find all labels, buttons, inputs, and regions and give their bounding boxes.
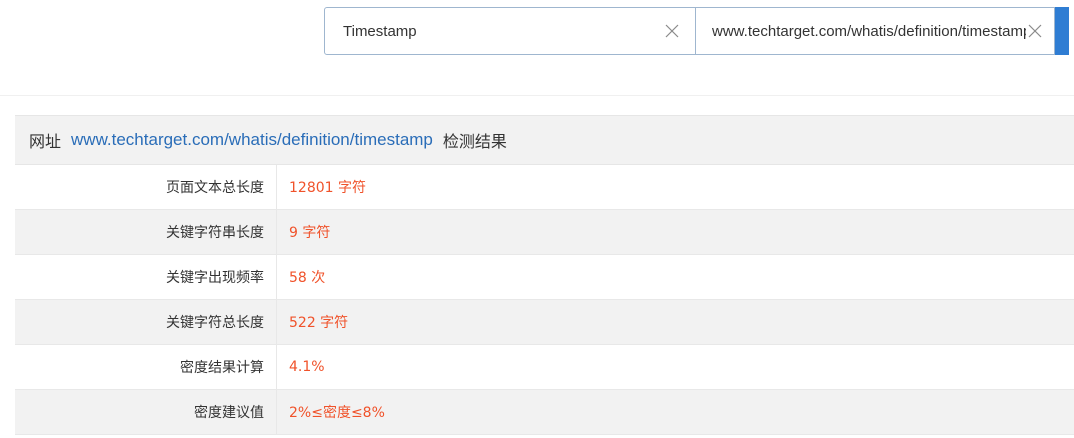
stat-label: 密度建议值	[15, 389, 277, 435]
stat-label: 关键字符总长度	[15, 299, 277, 345]
stat-value: 4.1%	[276, 344, 1074, 390]
table-row: 关键字出现频率 58 次	[15, 254, 1074, 300]
stat-label: 关键字符串长度	[15, 209, 277, 255]
stat-label: 密度结果计算	[15, 344, 277, 390]
close-icon[interactable]	[663, 22, 681, 40]
stat-value: 2%≤密度≤8%	[276, 389, 1074, 435]
stat-value: 9 字符	[276, 209, 1074, 255]
close-icon[interactable]	[1026, 22, 1044, 40]
result-url-link[interactable]: www.techtarget.com/whatis/definition/tim…	[71, 130, 433, 150]
url-label: 网址	[29, 132, 62, 151]
search-bar: Timestamp www.techtarget.com/whatis/defi…	[324, 7, 1074, 55]
submit-button[interactable]	[1055, 7, 1069, 55]
table-row: 密度结果计算 4.1%	[15, 344, 1074, 390]
table-row: 关键字符串长度 9 字符	[15, 209, 1074, 255]
stats-table: 页面文本总长度 12801 字符 关键字符串长度 9 字符 关键字出现频率 58…	[15, 165, 1074, 435]
result-title: 检测结果	[442, 132, 507, 151]
stat-value: 12801 字符	[276, 165, 1074, 210]
stat-label: 关键字出现频率	[15, 254, 277, 300]
keyword-field[interactable]: Timestamp	[324, 7, 696, 55]
stat-value: 522 字符	[276, 299, 1074, 345]
url-field[interactable]: www.techtarget.com/whatis/definition/tim…	[696, 7, 1055, 55]
stat-value: 58 次	[276, 254, 1074, 300]
keyword-input[interactable]: Timestamp	[325, 23, 663, 40]
table-row: 关键字符总长度 522 字符	[15, 299, 1074, 345]
result-panel: 网址 www.techtarget.com/whatis/definition/…	[15, 115, 1074, 435]
table-row: 页面文本总长度 12801 字符	[15, 165, 1074, 210]
result-header: 网址 www.techtarget.com/whatis/definition/…	[15, 115, 1074, 165]
divider	[0, 95, 1074, 96]
url-input[interactable]: www.techtarget.com/whatis/definition/tim…	[696, 23, 1026, 40]
table-row: 密度建议值 2%≤密度≤8%	[15, 389, 1074, 435]
stat-label: 页面文本总长度	[15, 165, 277, 210]
